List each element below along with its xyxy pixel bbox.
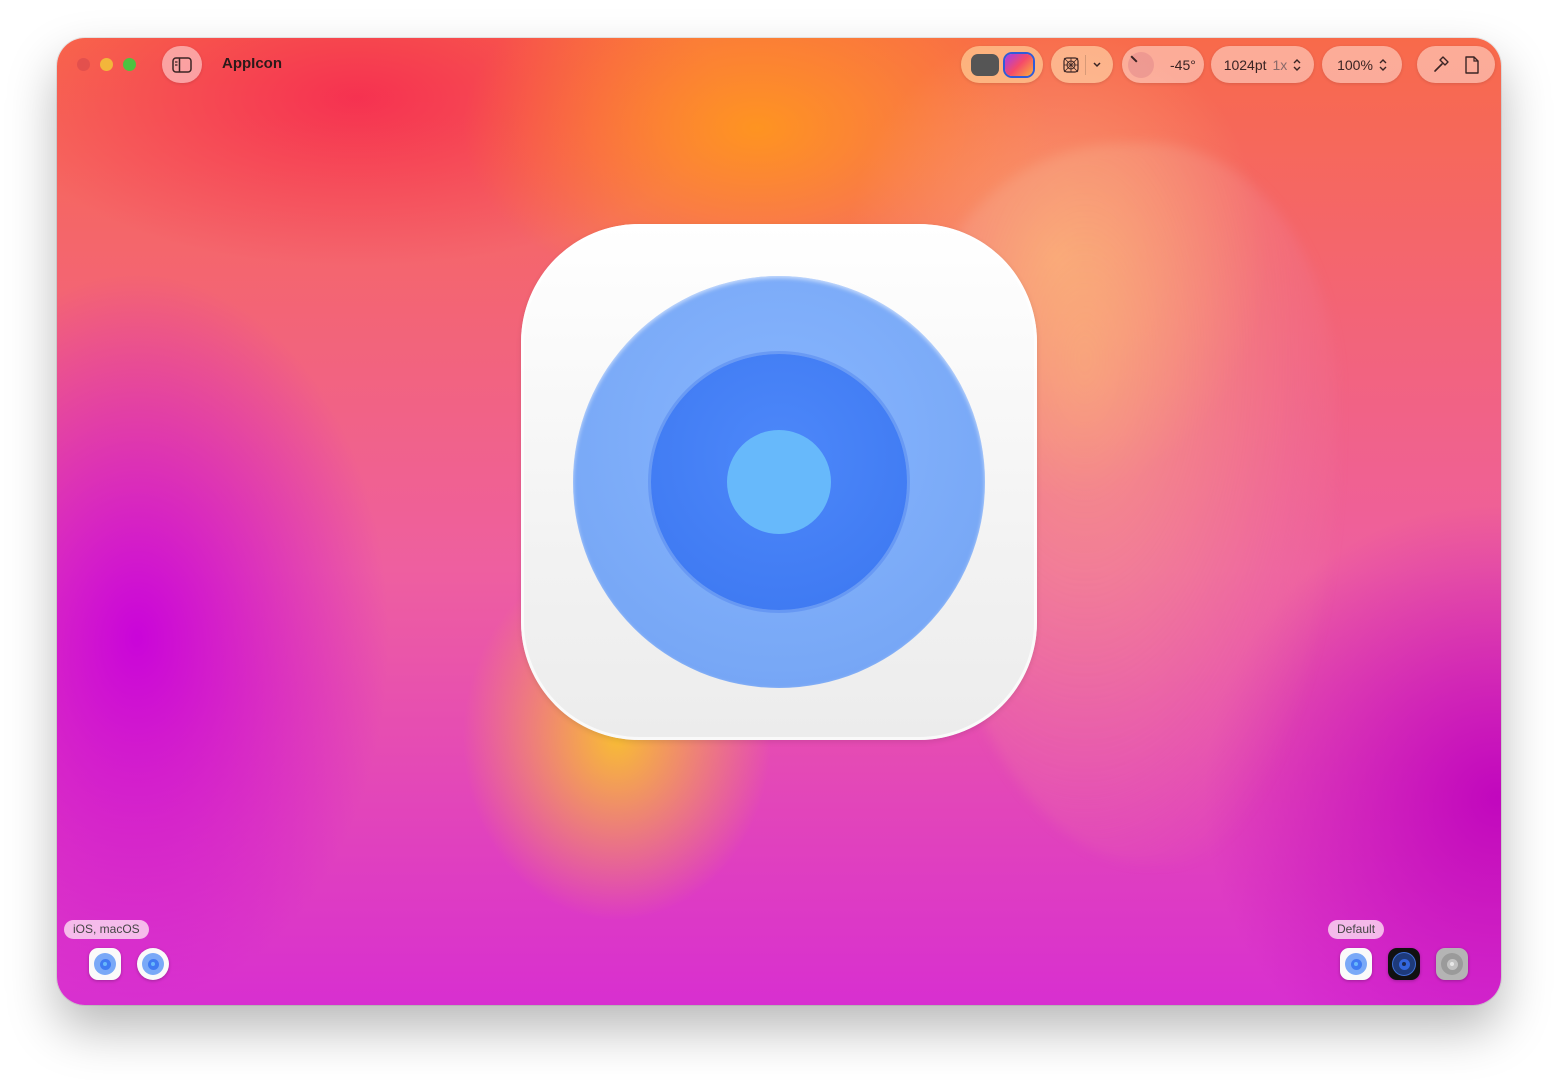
angle-dial-icon[interactable] — [1128, 51, 1154, 78]
platform-thumb-macos[interactable] — [137, 948, 169, 980]
size-value: 1024pt — [1223, 56, 1267, 73]
platforms-label: iOS, macOS — [64, 920, 149, 939]
sidebar-toggle-button[interactable] — [162, 46, 202, 83]
app-window: AppIcon -45° 1024pt 1x 100% iOS, macOS D… — [57, 38, 1501, 1005]
thumb-icon — [142, 953, 164, 975]
size-scale: 1x — [1272, 56, 1288, 73]
color-mode-swatch[interactable] — [1005, 53, 1033, 76]
zoom-value: 100% — [1337, 56, 1373, 73]
hammer-icon[interactable] — [1432, 55, 1450, 74]
dark-mode-swatch[interactable] — [971, 53, 999, 76]
divider — [1084, 54, 1086, 75]
appearance-mode-toggle[interactable] — [961, 46, 1043, 83]
platform-thumb-ios[interactable] — [89, 948, 121, 980]
app-icon-preview[interactable] — [521, 224, 1037, 740]
close-button[interactable] — [77, 58, 90, 71]
chevron-up-down-icon — [1293, 58, 1301, 71]
document-icon[interactable] — [1464, 55, 1480, 74]
thumb-icon — [94, 953, 116, 975]
icon-core[interactable] — [727, 430, 831, 534]
appearance-thumb-tinted[interactable] — [1436, 948, 1468, 980]
thumb-icon — [1441, 953, 1463, 975]
appearance-thumb-default[interactable] — [1340, 948, 1372, 980]
grid-overlay-menu[interactable] — [1051, 46, 1113, 83]
canvas-size-stepper[interactable]: 1024pt 1x — [1211, 46, 1314, 83]
zoom-button[interactable] — [123, 58, 136, 71]
zoom-stepper[interactable]: 100% — [1322, 46, 1402, 83]
minimize-button[interactable] — [100, 58, 113, 71]
grid-icon — [1062, 56, 1079, 73]
light-angle-control[interactable]: -45° — [1122, 46, 1204, 83]
angle-value: -45° — [1170, 56, 1196, 73]
chevron-up-down-icon — [1379, 58, 1387, 71]
tools-group — [1417, 46, 1495, 83]
appearance-thumb-dark[interactable] — [1388, 948, 1420, 980]
titlebar: AppIcon -45° 1024pt 1x 100% — [57, 38, 1501, 94]
sidebar-icon — [172, 56, 192, 73]
chevron-down-icon[interactable] — [1092, 61, 1102, 69]
window-title: AppIcon — [222, 55, 282, 72]
thumb-icon — [1393, 953, 1415, 975]
appearance-label: Default — [1328, 920, 1385, 939]
thumb-icon — [1345, 953, 1367, 975]
